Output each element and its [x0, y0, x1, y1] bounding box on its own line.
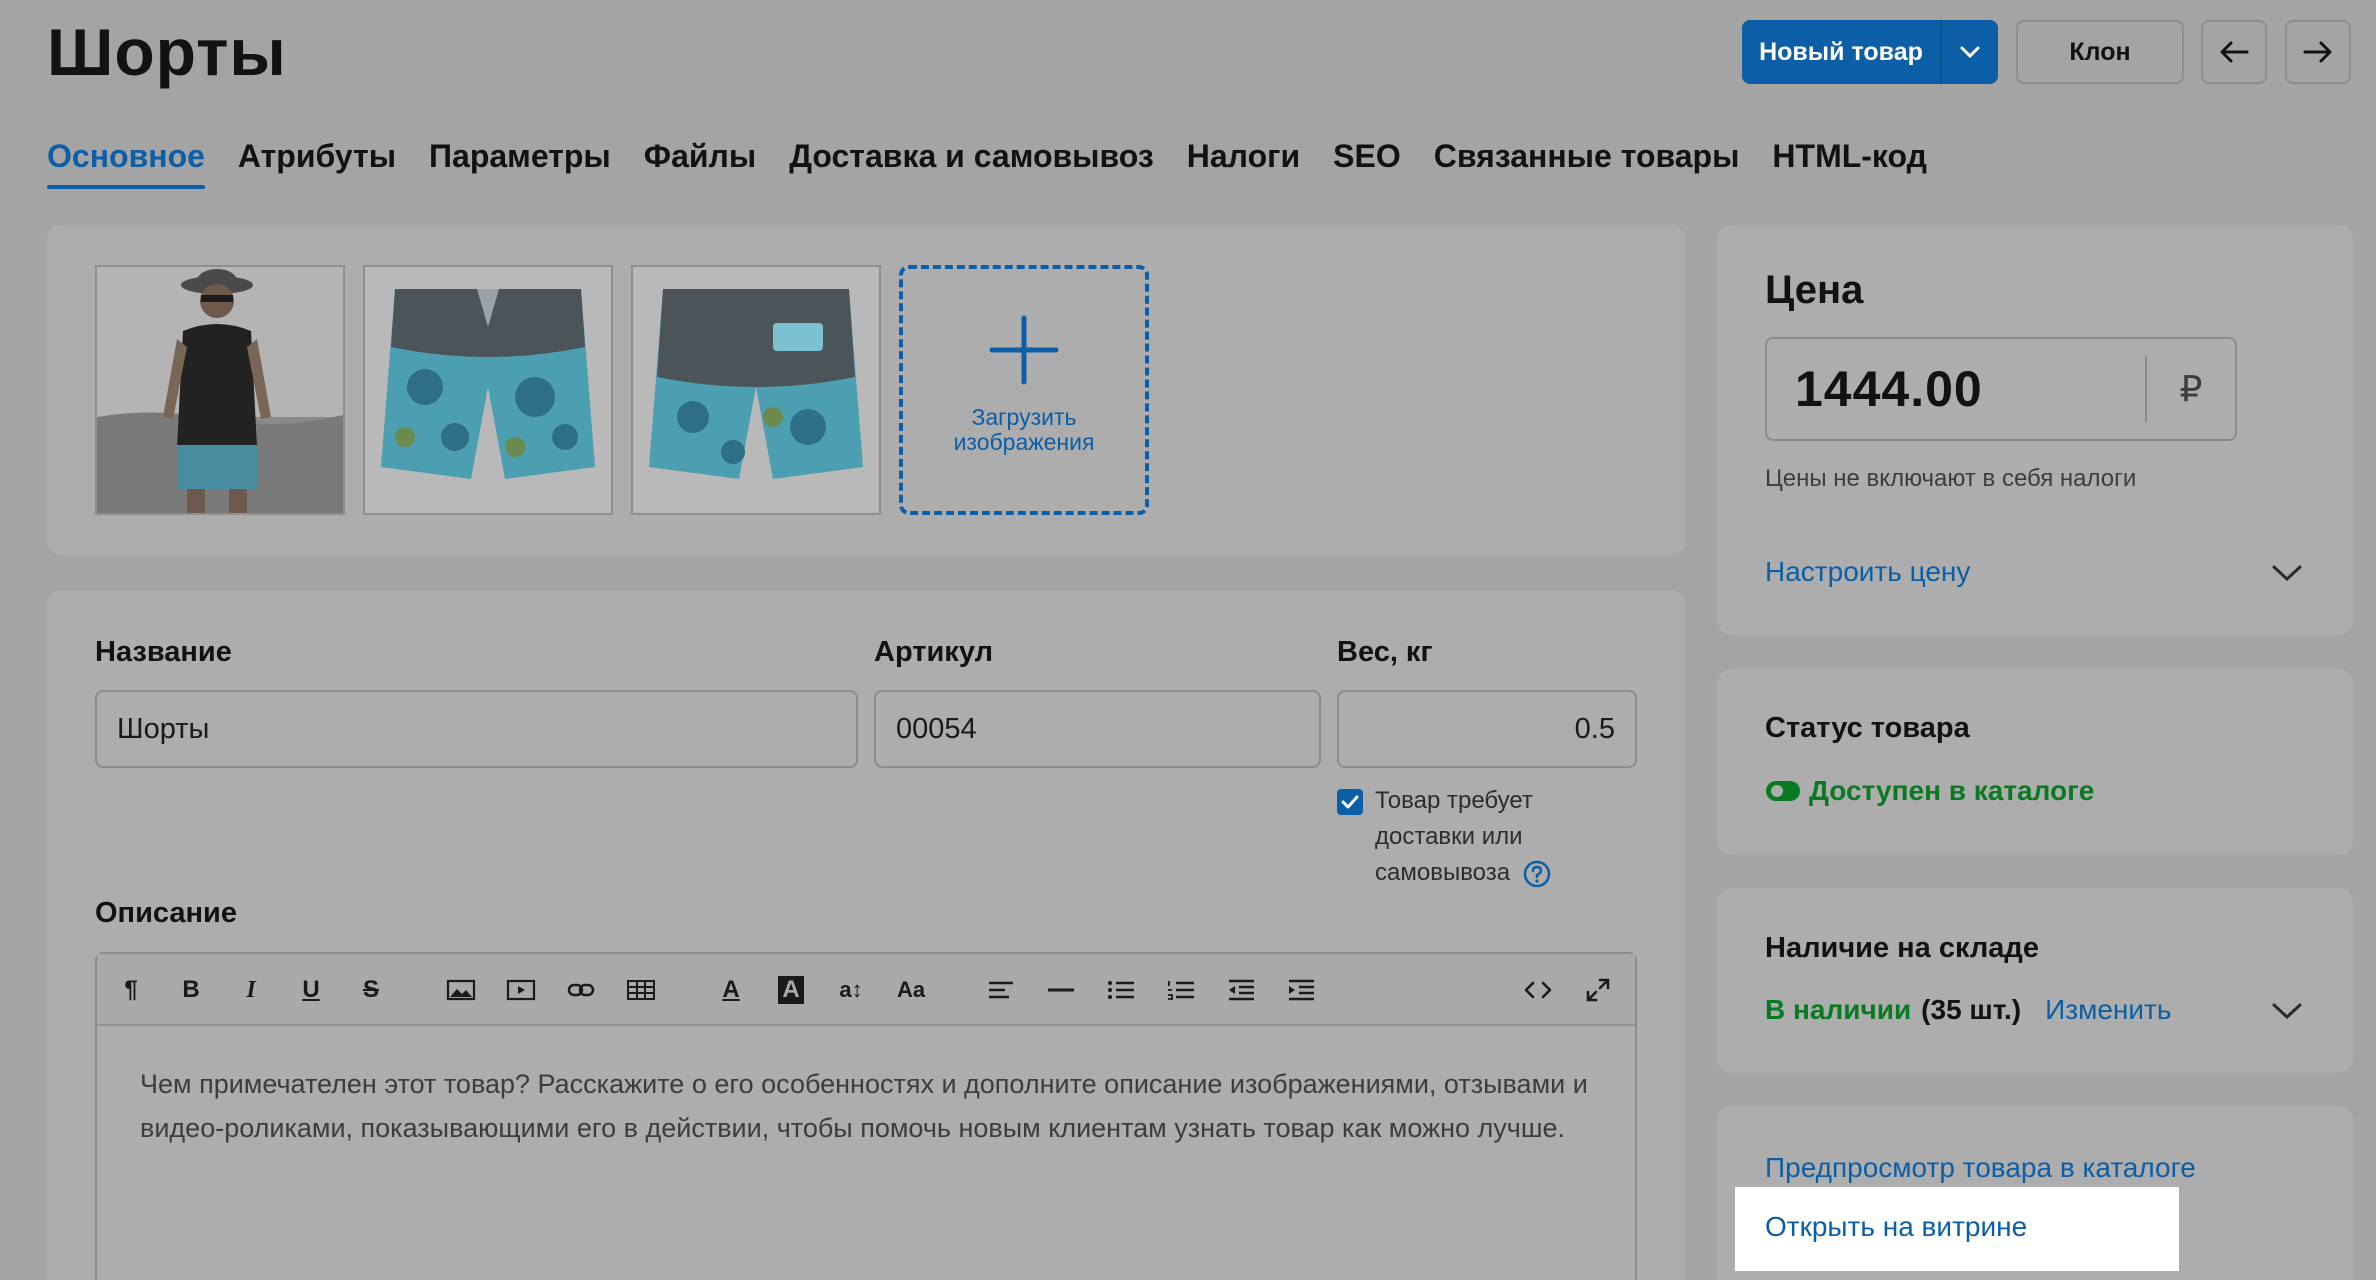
tab-files[interactable]: Файлы: [644, 138, 756, 189]
shipping-checkbox-text: Товар требует доставки или самовывоза: [1375, 787, 1533, 886]
status-value: Доступен в каталоге: [1809, 775, 2095, 806]
tab-html[interactable]: HTML-код: [1772, 138, 1927, 189]
price-value[interactable]: 1444.00: [1767, 360, 2145, 418]
shipping-checkbox-label: Товар требует доставки или самовывоза: [1375, 783, 1575, 891]
name-input[interactable]: Шорты: [95, 690, 858, 768]
sku-label: Артикул: [874, 636, 993, 668]
sku-input[interactable]: 00054: [874, 690, 1321, 768]
align-left-icon[interactable]: [985, 974, 1017, 1006]
tab-parameters[interactable]: Параметры: [429, 138, 611, 189]
configure-price-link[interactable]: Настроить цену: [1765, 556, 1970, 588]
page-title: Шорты: [47, 15, 287, 89]
horizontal-rule-icon[interactable]: [1045, 974, 1077, 1006]
chevron-down-icon[interactable]: [2270, 994, 2304, 1028]
background-color-label: A: [778, 976, 804, 1004]
help-icon[interactable]: [1523, 860, 1551, 888]
stock-card: [1717, 888, 2353, 1073]
arrow-right-icon: [2303, 41, 2332, 63]
upload-images-label: Загрузить изображения: [953, 404, 1095, 455]
price-tax-note: Цены не включают в себя налоги: [1765, 465, 2137, 492]
bold-button[interactable]: B: [175, 974, 207, 1006]
next-product-button[interactable]: [2285, 20, 2351, 84]
checkmark-icon: [1341, 795, 1359, 809]
toggle-on-icon: [1766, 781, 1800, 801]
clone-button[interactable]: Клон: [2016, 20, 2184, 84]
tab-main[interactable]: Основное: [47, 138, 205, 189]
new-product-label[interactable]: Новый товар: [1742, 20, 1942, 84]
weight-input[interactable]: 0.5: [1337, 690, 1637, 768]
product-image-back[interactable]: [631, 265, 881, 515]
code-view-icon[interactable]: [1522, 974, 1554, 1006]
chevron-down-icon[interactable]: [2270, 556, 2304, 590]
video-icon[interactable]: [505, 974, 537, 1006]
bullet-list-icon[interactable]: [1105, 974, 1137, 1006]
italic-button[interactable]: I: [235, 974, 267, 1006]
font-size-button[interactable]: a↕: [835, 974, 867, 1006]
chevron-down-icon[interactable]: [1942, 20, 1998, 84]
shipping-checkbox[interactable]: [1337, 789, 1363, 815]
fullscreen-icon[interactable]: [1582, 974, 1614, 1006]
strikethrough-button[interactable]: S: [355, 974, 387, 1006]
text-color-button[interactable]: A: [715, 974, 747, 1006]
weight-label: Вес, кг: [1337, 636, 1433, 668]
change-stock-link[interactable]: Изменить: [2045, 994, 2171, 1026]
plus-icon: [989, 315, 1059, 385]
link-icon[interactable]: [565, 974, 597, 1006]
outdent-icon[interactable]: [1225, 974, 1257, 1006]
underline-button[interactable]: U: [295, 974, 327, 1006]
numbered-list-icon[interactable]: [1165, 974, 1197, 1006]
tab-related[interactable]: Связанные товары: [1434, 138, 1740, 189]
description-label: Описание: [95, 897, 237, 929]
stock-row: В наличии (35 шт.) Изменить: [1765, 994, 2171, 1026]
paragraph-button[interactable]: ¶: [115, 974, 147, 1006]
editor-toolbar: ¶ B I U S A A a↕ Aa: [97, 954, 1635, 1026]
font-button[interactable]: Aa: [895, 974, 927, 1006]
image-icon[interactable]: [445, 974, 477, 1006]
tab-bar: Основное Атрибуты Параметры Файлы Достав…: [47, 138, 1927, 189]
stock-availability: В наличии: [1765, 994, 1912, 1025]
open-storefront-link[interactable]: Открыть на витрине: [1765, 1211, 2027, 1243]
product-image-front[interactable]: [363, 265, 613, 515]
price-title: Цена: [1765, 268, 1864, 312]
arrow-left-icon: [2220, 41, 2249, 63]
preview-product-link[interactable]: Предпросмотр товара в каталоге: [1765, 1152, 2196, 1184]
indent-icon[interactable]: [1285, 974, 1317, 1006]
new-product-button[interactable]: Новый товар: [1742, 20, 1998, 84]
stock-title: Наличие на складе: [1765, 932, 2039, 964]
status-title: Статус товара: [1765, 712, 1970, 744]
tab-attributes[interactable]: Атрибуты: [238, 138, 396, 189]
table-icon[interactable]: [625, 974, 657, 1006]
price-input[interactable]: 1444.00 ₽: [1765, 337, 2237, 441]
tab-shipping[interactable]: Доставка и самовывоз: [789, 138, 1154, 189]
description-placeholder: Чем примечателен этот товар? Расскажите …: [140, 1069, 1588, 1143]
stock-count: (35 шт.): [1921, 994, 2022, 1025]
status-card: [1717, 669, 2353, 855]
upload-images-button[interactable]: Загрузить изображения: [899, 265, 1149, 515]
tab-taxes[interactable]: Налоги: [1187, 138, 1300, 189]
currency-symbol: ₽: [2179, 368, 2203, 409]
name-label: Название: [95, 636, 232, 668]
status-toggle[interactable]: Доступен в каталоге: [1765, 775, 2094, 807]
tab-seo[interactable]: SEO: [1333, 138, 1401, 189]
product-image-model[interactable]: [95, 265, 345, 515]
background-color-button[interactable]: A: [775, 974, 807, 1006]
previous-product-button[interactable]: [2201, 20, 2267, 84]
